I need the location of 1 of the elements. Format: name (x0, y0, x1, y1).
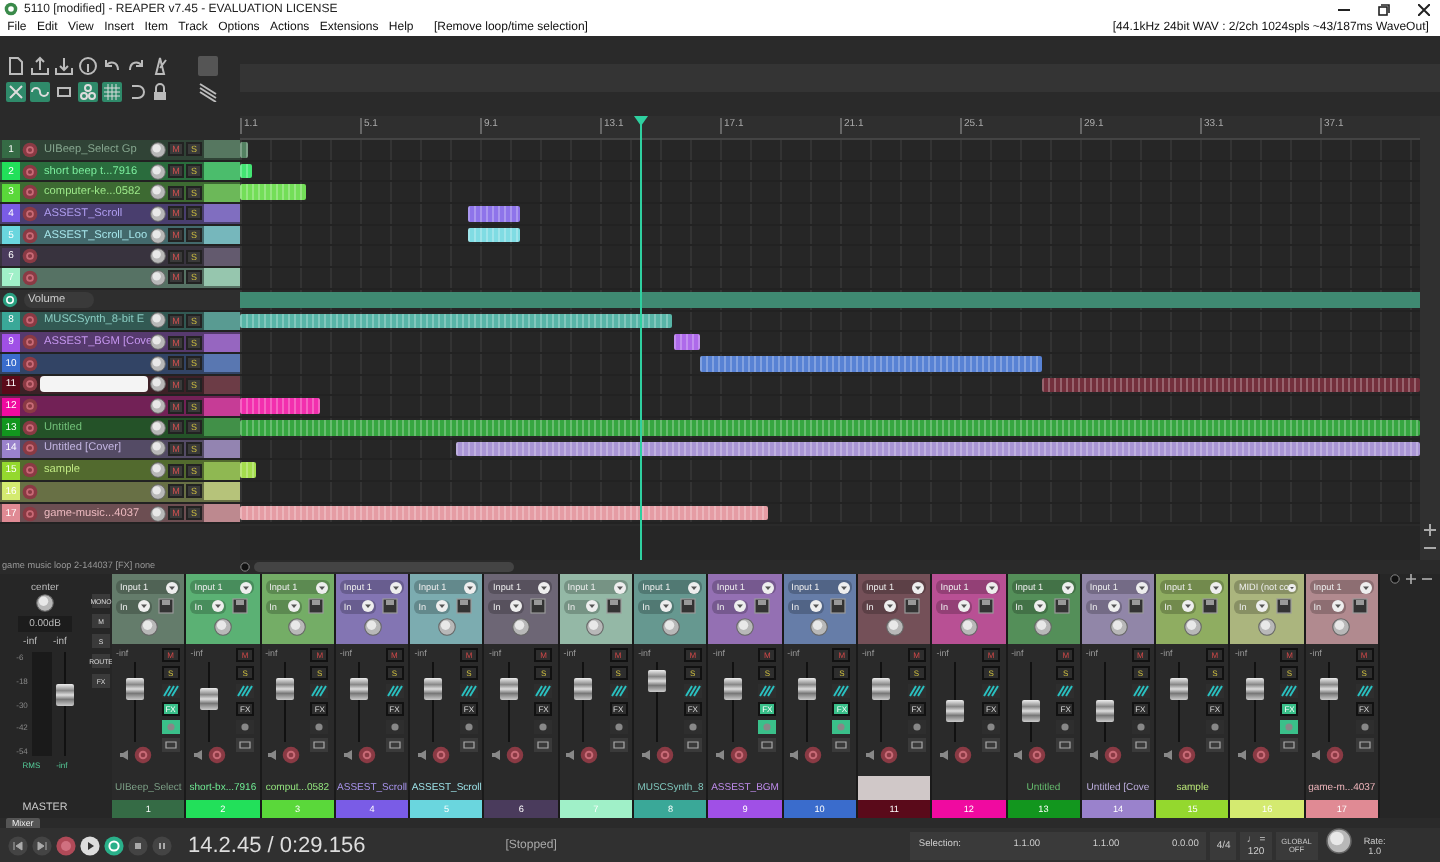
time-position: 14.2.45 / 0:29.156 (188, 833, 366, 857)
